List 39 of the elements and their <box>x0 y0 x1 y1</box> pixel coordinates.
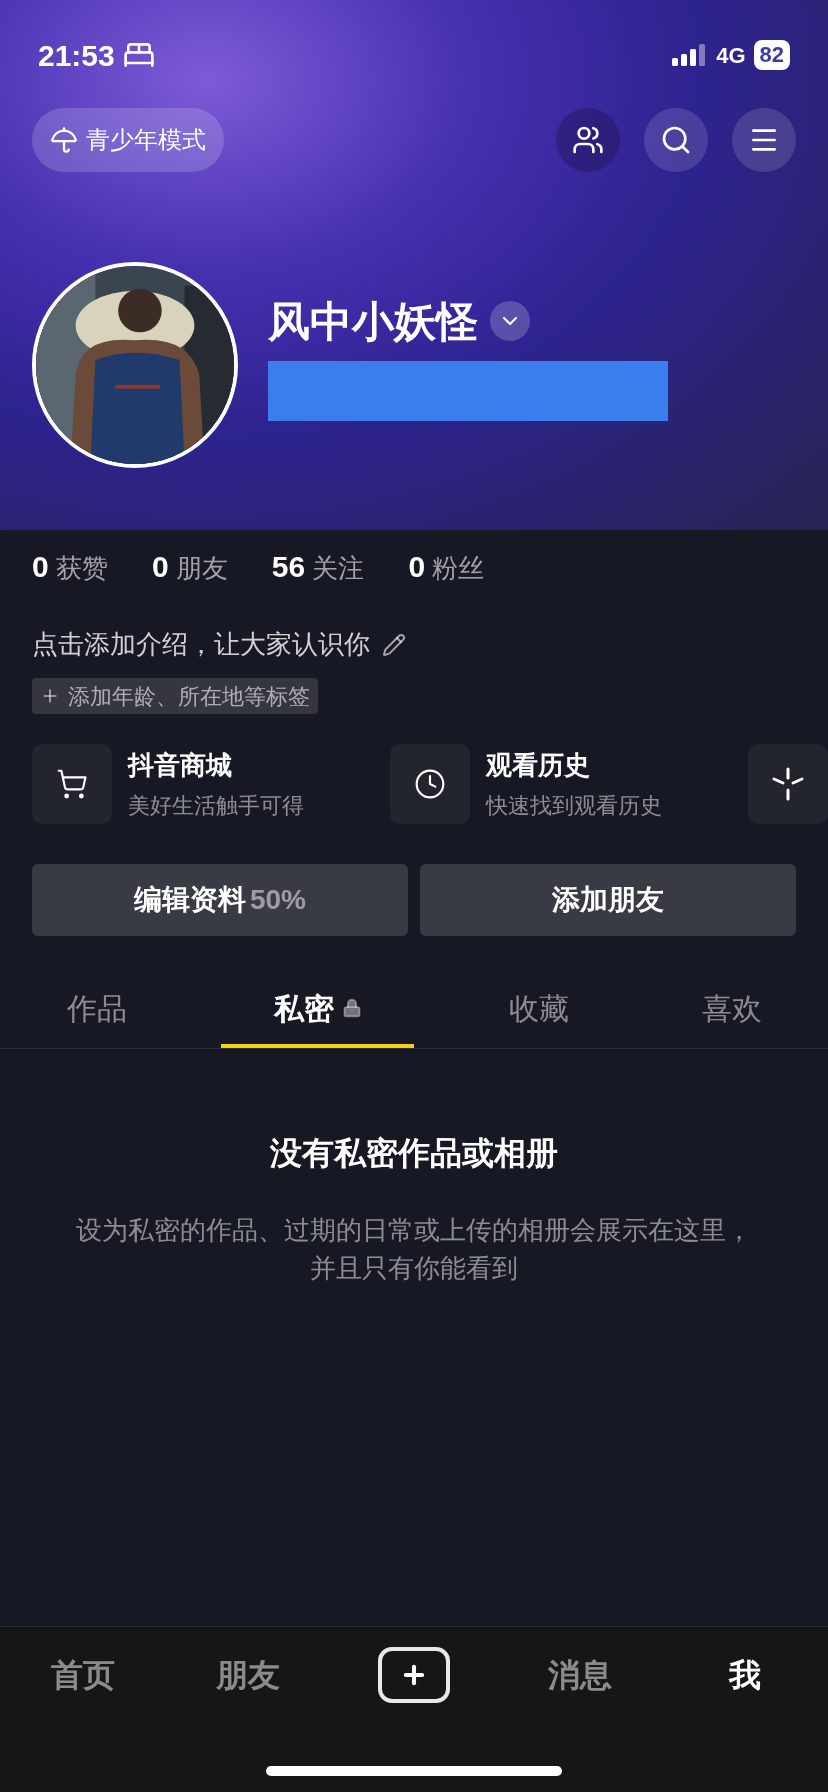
teen-mode-button[interactable]: 青少年模式 <box>32 108 224 172</box>
nav-tab[interactable]: 朋友 <box>216 1651 281 1699</box>
profile-tab[interactable]: 作品 <box>0 972 193 1048</box>
profile-tab[interactable]: 私密 <box>221 972 414 1048</box>
add-friend-button[interactable]: 添加朋友 <box>420 864 796 936</box>
cart-icon <box>56 768 88 800</box>
battery-indicator: 82 <box>753 40 790 70</box>
nav-tab[interactable]: 消息 <box>547 1651 612 1699</box>
umbrella-icon <box>50 126 78 154</box>
profile-tab[interactable]: 收藏 <box>442 972 635 1048</box>
nav-tab[interactable]: 首页 <box>50 1651 115 1699</box>
shortcut-title[interactable]: 抖音商城 <box>128 746 304 785</box>
stat-count[interactable]: 0 朋友 <box>151 544 228 589</box>
network-type: 4G <box>716 41 746 70</box>
search-icon <box>660 124 692 156</box>
stat-count[interactable]: 0 粉丝 <box>408 544 485 589</box>
username: 风中小妖怪 <box>268 296 478 347</box>
add-tags-button[interactable]: 添加年龄、所在地等标签 <box>32 678 318 714</box>
shortcut-tile[interactable] <box>32 744 112 824</box>
stat-count[interactable]: 0 获赞 <box>32 544 108 589</box>
status-time: 21:53 <box>38 37 115 74</box>
shortcut-title[interactable]: 观看历史 <box>486 746 662 785</box>
shortcut-subtitle: 快速找到观看历史 <box>486 792 662 820</box>
empty-description: 设为私密的作品、过期的日常或上传的相册会展示在这里，并且只有你能看到 <box>75 1214 753 1285</box>
pencil-icon <box>382 632 406 657</box>
profile-tab[interactable]: 喜欢 <box>635 972 828 1048</box>
bio-prompt[interactable]: 点击添加介绍，让大家认识你 <box>32 625 370 664</box>
clock-icon <box>414 768 446 800</box>
shortcut-tile[interactable] <box>390 744 470 824</box>
dropdown-button[interactable] <box>490 301 530 341</box>
stat-count[interactable]: 56 关注 <box>271 544 365 589</box>
nav-tab[interactable]: 我 <box>729 1651 762 1699</box>
empty-title: 没有私密作品或相册 <box>270 1134 558 1173</box>
people-icon <box>572 124 604 156</box>
edit-profile-button[interactable]: 编辑资料50% <box>32 864 408 936</box>
shortcut-subtitle: 美好生活触手可得 <box>128 792 304 820</box>
shortcut-tile[interactable] <box>748 744 828 824</box>
create-button[interactable] <box>378 1647 450 1703</box>
asterisk-icon <box>771 767 805 801</box>
